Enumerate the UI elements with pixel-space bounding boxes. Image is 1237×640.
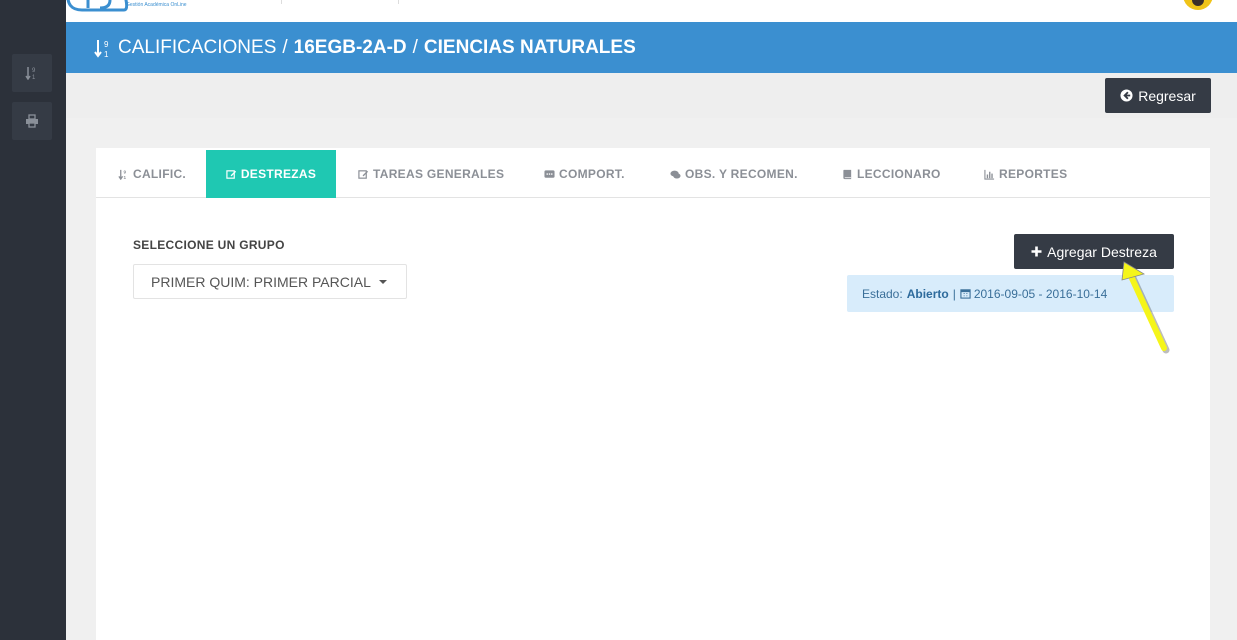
top-navbar-corner [0,0,66,22]
add-skill-button[interactable]: Agregar Destreza [1014,234,1174,269]
calendar-icon [960,289,971,299]
status-value: Abierto [906,286,949,301]
comment-icon [544,169,555,178]
tab-tareas-generales[interactable]: TAREAS GENERALES [358,150,504,198]
tab-reportes[interactable]: REPORTES [984,150,1067,198]
back-button[interactable]: Regresar [1105,78,1211,113]
bar-chart-icon [984,169,995,180]
breadcrumb-course: 16EGB-2A-D [293,36,407,58]
sidebar: 9 1 [0,22,66,640]
breadcrumb-separator: / [412,36,418,58]
breadcrumb-section[interactable]: CALIFICACIONES [118,37,276,59]
status-date-range: 2016-09-05 - 2016-10-14 [973,286,1108,301]
tab-label: LECCIONARO [857,167,941,181]
group-select-value: PRIMER QUIM: PRIMER PARCIAL [151,273,371,290]
logo-subtitle: Gestión Académica OnLine [126,2,187,8]
caret-down-icon [378,279,387,284]
comments-icon [670,170,681,178]
svg-text:9: 9 [124,169,127,174]
back-button-label: Regresar [1138,87,1196,104]
tab-comport[interactable]: COMPORT. [544,150,625,198]
tab-label: REPORTES [999,167,1068,181]
status-separator: | [952,286,956,301]
breadcrumb-subject: CIENCIAS NATURALES [423,36,636,58]
group-select[interactable]: PRIMER QUIM: PRIMER PARCIAL [133,264,407,299]
svg-text:1: 1 [32,75,36,80]
arrow-circle-left-icon [1120,89,1133,102]
content-card: 91 CALIFIC. DESTREZAS TAREAS GENERALES C… [96,148,1210,640]
edit-icon [358,169,369,179]
sort-numeric-icon: 9 1 [94,38,112,58]
edit-icon [226,169,236,179]
svg-text:9: 9 [104,40,109,49]
tab-obs-recomen[interactable]: OBS. Y RECOMEN. [670,150,798,198]
action-bar [66,73,1237,118]
print-icon [26,114,38,128]
sidebar-item-print[interactable] [12,102,52,140]
nav-divider [281,0,282,4]
sort-numeric-icon: 91 [118,169,127,180]
book-icon [843,169,852,179]
nav-divider [398,0,399,4]
tab-calific[interactable]: 91 CALIFIC. [118,150,186,198]
sort-numeric-icon: 9 1 [25,67,36,80]
page-title-bar: 9 1 CALIFICACIONES / 16EGB-2A-D / CIENCI… [66,22,1237,73]
tab-label: DESTREZAS [240,167,317,181]
breadcrumb-separator: / [282,36,288,58]
tab-bar: 91 CALIFIC. DESTREZAS TAREAS GENERALES C… [96,150,1210,198]
svg-text:1: 1 [124,175,127,180]
plus-icon [1031,246,1042,257]
tab-label: TAREAS GENERALES [373,167,505,181]
tab-label: OBS. Y RECOMEN. [685,167,798,181]
tab-leccionaro[interactable]: LECCIONARO [842,150,941,198]
app-logo[interactable] [64,0,128,18]
sidebar-item-grades[interactable]: 9 1 [12,54,52,92]
status-prefix: Estado: [862,286,903,301]
group-select-label: SELECCIONE UN GRUPO [133,238,285,252]
svg-text:9: 9 [32,68,36,74]
tab-destrezas[interactable]: DESTREZAS [206,150,336,198]
tab-label: CALIFIC. [133,167,187,181]
status-alert: Estado: Abierto | 2016-09-05 - 2016-10-1… [847,275,1174,312]
add-skill-label: Agregar Destreza [1047,243,1157,260]
svg-text:1: 1 [104,50,109,58]
tab-label: COMPORT. [559,167,625,181]
